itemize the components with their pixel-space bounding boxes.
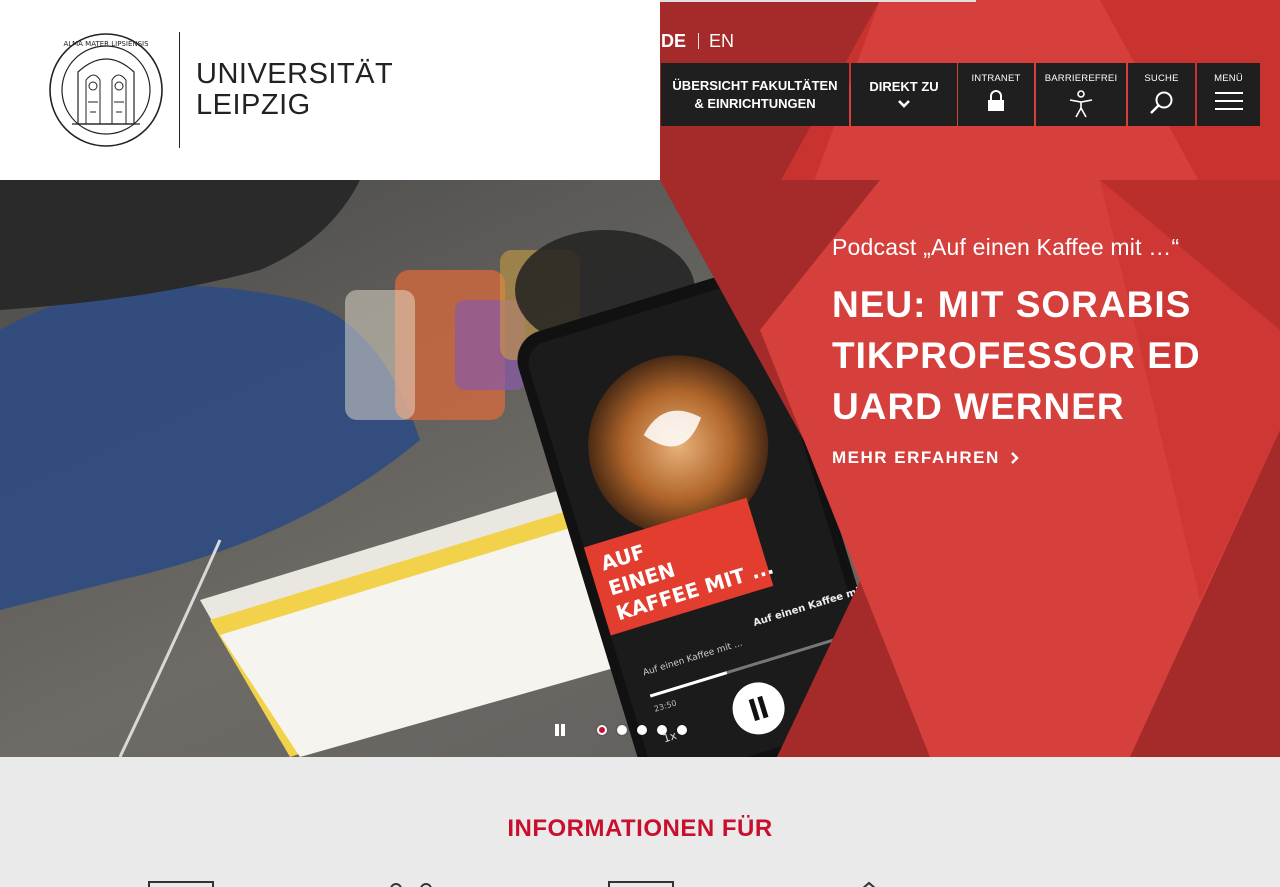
lang-separator	[698, 33, 700, 49]
monitor-icon	[608, 881, 674, 887]
intranet-button[interactable]: INTRANET	[958, 63, 1034, 126]
pause-icon[interactable]	[553, 722, 567, 738]
seal-icon: ALMA MATER LIPSIENSIS	[49, 33, 163, 147]
read-more-link[interactable]: MEHR ERFAHREN	[832, 448, 1202, 468]
logo-divider	[179, 32, 180, 148]
barrierefrei-label: BARRIEREFREI	[1044, 73, 1118, 84]
slide-dot-4[interactable]	[657, 725, 667, 735]
barrierefrei-button[interactable]: BARRIEREFREI	[1036, 63, 1126, 126]
overview-label-2: & EINRICHTUNGEN	[694, 95, 816, 111]
search-button[interactable]: SUCHE	[1128, 63, 1195, 126]
slide-dot-5[interactable]	[677, 725, 687, 735]
menu-label: MENÜ	[1214, 73, 1243, 84]
logo-wordmark: UNIVERSITÄT LEIPZIG	[196, 59, 393, 121]
info-section: INFORMATIONEN FÜR	[0, 757, 1280, 887]
document-icon	[148, 881, 214, 887]
slide-dot-3[interactable]	[637, 725, 647, 735]
lang-en-link[interactable]: EN	[709, 31, 734, 52]
lang-de-link[interactable]: DE	[661, 31, 686, 52]
info-title: INFORMATIONEN FÜR	[507, 815, 773, 842]
logo-line-2: LEIPZIG	[196, 89, 311, 121]
chevron-down-icon	[898, 100, 910, 108]
slider-controls	[553, 721, 697, 739]
slide-caption: Podcast „Auf einen Kaffee mit …“ NEU: MI…	[832, 233, 1202, 468]
people-icon	[390, 883, 432, 887]
logo-line-1: UNIVERSITÄT	[196, 58, 394, 90]
header-white-diagonal	[576, 0, 660, 180]
language-switch: DE EN	[661, 30, 734, 52]
search-icon	[1149, 91, 1172, 114]
accessibility-icon	[1069, 90, 1093, 118]
read-more-label: MEHR ERFAHREN	[832, 448, 1000, 467]
slide-dot-2[interactable]	[617, 725, 627, 735]
search-label: SUCHE	[1144, 73, 1179, 84]
hamburger-icon	[1214, 92, 1243, 110]
svg-text:ALMA MATER LIPSIENSIS: ALMA MATER LIPSIENSIS	[63, 40, 149, 48]
page: ALMA MATER LIPSIENSIS UNIVERSITÄT LEIPZI…	[0, 0, 1280, 887]
intranet-label: INTRANET	[971, 73, 1021, 84]
slide-title: NEU: MIT SORABISTIKPROFESSOR EDUARD WERN…	[832, 284, 1201, 427]
slide-dot-1[interactable]	[597, 725, 607, 735]
slide-kicker: Podcast „Auf einen Kaffee mit …“	[832, 234, 1180, 260]
university-logo[interactable]: ALMA MATER LIPSIENSIS UNIVERSITÄT LEIPZI…	[48, 32, 393, 150]
menu-button[interactable]: MENÜ	[1197, 63, 1260, 126]
overview-faculties-button[interactable]: ÜBERSICHT FAKULTÄTEN & EINRICHTUNGEN	[661, 63, 849, 126]
direkt-zu-button[interactable]: DIREKT ZU	[851, 63, 957, 126]
lock-icon	[988, 90, 1004, 111]
slider-dots	[597, 725, 697, 735]
chevron-right-icon	[1010, 452, 1019, 464]
building-icon	[862, 881, 876, 887]
overview-label-1: ÜBERSICHT FAKULTÄTEN	[672, 77, 838, 93]
direkt-zu-label: DIREKT ZU	[869, 79, 939, 94]
